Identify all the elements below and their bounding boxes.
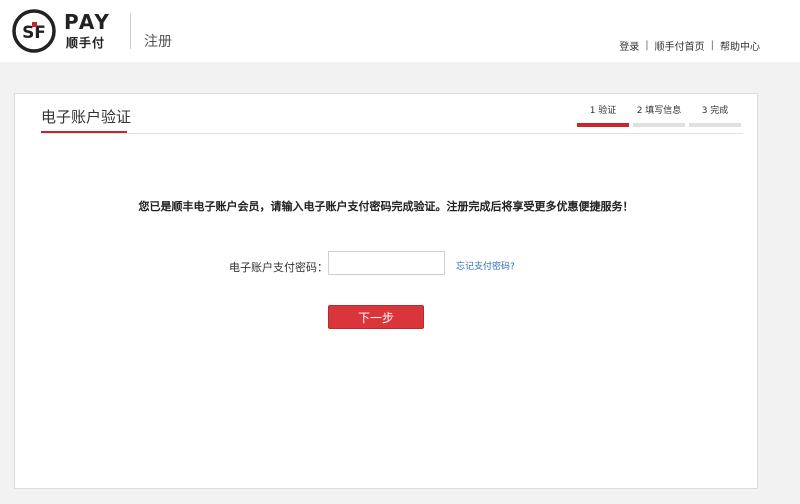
step-bar bbox=[633, 123, 685, 127]
card-title: 电子账户验证 bbox=[41, 108, 132, 126]
nav-separator: | bbox=[645, 40, 649, 51]
payment-password-input[interactable] bbox=[328, 251, 445, 275]
site-header: SF PAY 顺手付 注册 登录 | 顺手付首页 | 帮助中心 bbox=[0, 0, 800, 62]
password-label: 电子账户支付密码： bbox=[229, 261, 328, 274]
help-center-link[interactable]: 帮助中心 bbox=[720, 38, 760, 53]
home-link[interactable]: 顺手付首页 bbox=[655, 38, 705, 53]
step-bar bbox=[577, 123, 629, 127]
card-title-underline bbox=[41, 131, 127, 133]
page-title: 注册 bbox=[144, 34, 172, 50]
login-link[interactable]: 登录 bbox=[619, 38, 639, 53]
card-divider bbox=[41, 133, 743, 134]
verification-card: 电子账户验证 1 验证 2 填写信息 3 完成 您已是顺丰电子账户会员，请输入电… bbox=[14, 93, 758, 489]
step-label: 3 完成 bbox=[701, 106, 729, 116]
step-verify: 1 验证 bbox=[577, 104, 629, 127]
logo-subtext: 顺手付 bbox=[66, 36, 106, 50]
logo-text: PAY bbox=[64, 10, 111, 34]
step-label: 2 填写信息 bbox=[636, 106, 682, 116]
header-divider bbox=[130, 13, 131, 49]
step-complete: 3 完成 bbox=[689, 104, 741, 127]
nav-separator: | bbox=[710, 40, 714, 51]
step-label: 1 验证 bbox=[589, 106, 617, 116]
top-nav: 登录 | 顺手付首页 | 帮助中心 bbox=[619, 38, 760, 53]
step-bar bbox=[689, 123, 741, 127]
forgot-password-link[interactable]: 忘记支付密码? bbox=[456, 259, 515, 272]
progress-steps: 1 验证 2 填写信息 3 完成 bbox=[577, 104, 741, 127]
step-fill-info: 2 填写信息 bbox=[633, 104, 685, 127]
next-step-button[interactable]: 下一步 bbox=[328, 305, 424, 329]
notice-text: 您已是顺丰电子账户会员，请输入电子账户支付密码完成验证。注册完成后将享受更多优惠… bbox=[138, 200, 634, 213]
sf-logo-icon: SF bbox=[12, 9, 56, 53]
